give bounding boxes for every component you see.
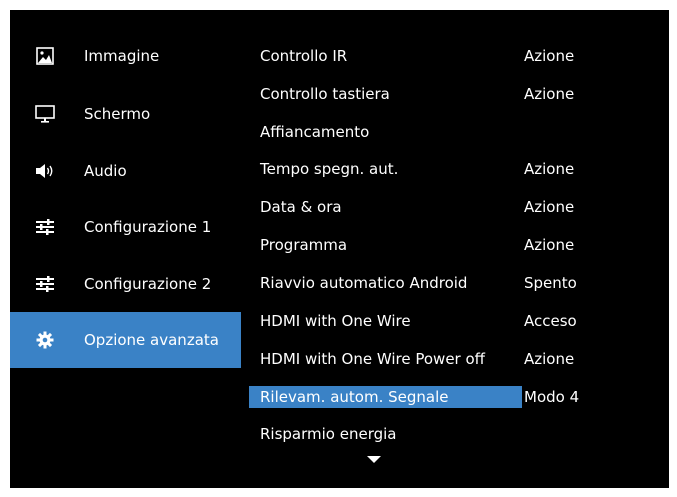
row-label: Programma (260, 236, 348, 254)
settings-list: Controllo IR Azione Controllo tastiera A… (249, 10, 669, 488)
sidebar-item-opzione-avanzata[interactable]: Opzione avanzata (10, 312, 241, 368)
menu-row-risparmio-energia[interactable]: Risparmio energia (249, 423, 659, 445)
sidebar-item-label: Opzione avanzata (84, 331, 219, 349)
row-label: HDMI with One Wire (260, 312, 411, 330)
menu-row-hdmi-with-one-wire[interactable]: HDMI with One Wire Acceso (249, 310, 659, 332)
osd-menu: Immagine Schermo Audio Configurazione 1 … (10, 10, 669, 488)
row-label: Rilevam. autom. Segnale (249, 386, 522, 408)
sliders-icon (35, 274, 55, 294)
sidebar-item-schermo[interactable]: Schermo (10, 99, 241, 129)
chevron-down-icon[interactable] (367, 456, 381, 463)
menu-row-tempo-spegn-aut[interactable]: Tempo spegn. aut. Azione (249, 158, 659, 180)
category-sidebar: Immagine Schermo Audio Configurazione 1 … (10, 10, 241, 488)
row-label: Affiancamento (260, 123, 370, 141)
sidebar-item-configurazione-2[interactable]: Configurazione 2 (10, 269, 241, 299)
gear-icon (35, 330, 55, 350)
menu-row-programma[interactable]: Programma Azione (249, 234, 659, 256)
menu-row-affiancamento[interactable]: Affiancamento (249, 121, 659, 143)
menu-row-rilevam-autom-segnale[interactable]: Rilevam. autom. Segnale Modo 4 (249, 386, 659, 408)
row-label: Controllo tastiera (260, 85, 390, 103)
menu-row-controllo-ir[interactable]: Controllo IR Azione (249, 45, 659, 67)
sidebar-item-immagine[interactable]: Immagine (10, 41, 241, 71)
menu-row-riavvio-automatico-android[interactable]: Riavvio automatico Android Spento (249, 272, 659, 294)
row-value: Azione (524, 350, 575, 368)
speaker-icon (35, 161, 55, 181)
row-label: Risparmio energia (260, 425, 397, 443)
sidebar-item-label: Configurazione 1 (84, 218, 212, 236)
row-value: Acceso (524, 312, 577, 330)
row-value: Azione (524, 198, 575, 216)
sidebar-item-configurazione-1[interactable]: Configurazione 1 (10, 212, 241, 242)
row-label: HDMI with One Wire Power off (260, 350, 485, 368)
row-label: Tempo spegn. aut. (260, 160, 399, 178)
menu-row-hdmi-with-one-wire-power-off[interactable]: HDMI with One Wire Power off Azione (249, 348, 659, 370)
row-value: Azione (524, 47, 575, 65)
sidebar-item-label: Schermo (84, 105, 151, 123)
row-value: Modo 4 (524, 388, 580, 406)
menu-row-controllo-tastiera[interactable]: Controllo tastiera Azione (249, 83, 659, 105)
sidebar-item-label: Immagine (84, 47, 160, 65)
menu-row-data-ora[interactable]: Data & ora Azione (249, 196, 659, 218)
row-value: Spento (524, 274, 577, 292)
row-label: Riavvio automatico Android (260, 274, 468, 292)
monitor-icon (35, 104, 55, 124)
row-value: Azione (524, 85, 575, 103)
row-label: Controllo IR (260, 47, 348, 65)
sidebar-item-label: Configurazione 2 (84, 275, 212, 293)
row-value: Azione (524, 236, 575, 254)
row-value: Azione (524, 160, 575, 178)
picture-icon (35, 46, 55, 66)
row-label: Data & ora (260, 198, 342, 216)
sliders-icon (35, 217, 55, 237)
sidebar-item-audio[interactable]: Audio (10, 156, 241, 186)
sidebar-item-label: Audio (84, 162, 127, 180)
